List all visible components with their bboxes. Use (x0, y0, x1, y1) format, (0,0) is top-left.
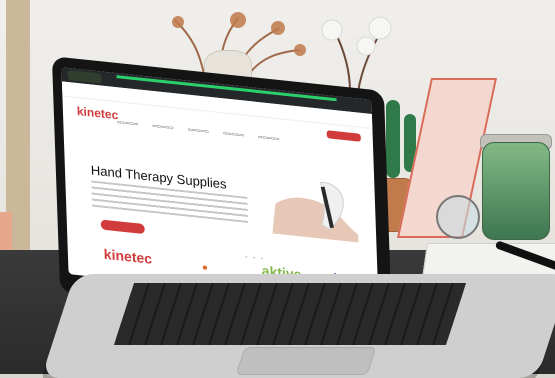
laptop-screen: kinetec ▭▭▭▭▭ ▭▭▭▭▭ ▭▭▭▭▭ ▭▭▭▭▭ ▭▭▭▭▭ Ha… (61, 67, 379, 307)
nav-link[interactable]: ▭▭▭▭▭ (152, 123, 173, 131)
laptop-keyboard (113, 283, 467, 345)
header-cta-button[interactable] (326, 130, 361, 142)
nav-link[interactable]: ▭▭▭▭▭ (223, 130, 244, 138)
nav-link[interactable]: ▭▭▭▭▭ (188, 127, 209, 135)
trackpad[interactable] (235, 347, 377, 375)
hand-splint-image (272, 182, 359, 243)
brand-logo-kinetec[interactable]: kinetec (103, 246, 152, 267)
site-navigation: ▭▭▭▭▭ ▭▭▭▭▭ ▭▭▭▭▭ ▭▭▭▭▭ ▭▭▭▭▭ (117, 119, 280, 142)
nav-link[interactable]: ▭▭▭▭▭ (117, 119, 138, 127)
glass-terrarium (436, 195, 480, 239)
site-logo[interactable]: kinetec (77, 104, 119, 122)
keyboard-keys (113, 283, 467, 345)
cotton-stems (321, 16, 392, 92)
nav-link[interactable]: ▭▭▭▭▭ (258, 134, 279, 142)
green-candle-jar (482, 142, 550, 240)
hero-cta-button[interactable] (100, 219, 145, 235)
brand-logo-icon[interactable]: ● (202, 262, 208, 274)
